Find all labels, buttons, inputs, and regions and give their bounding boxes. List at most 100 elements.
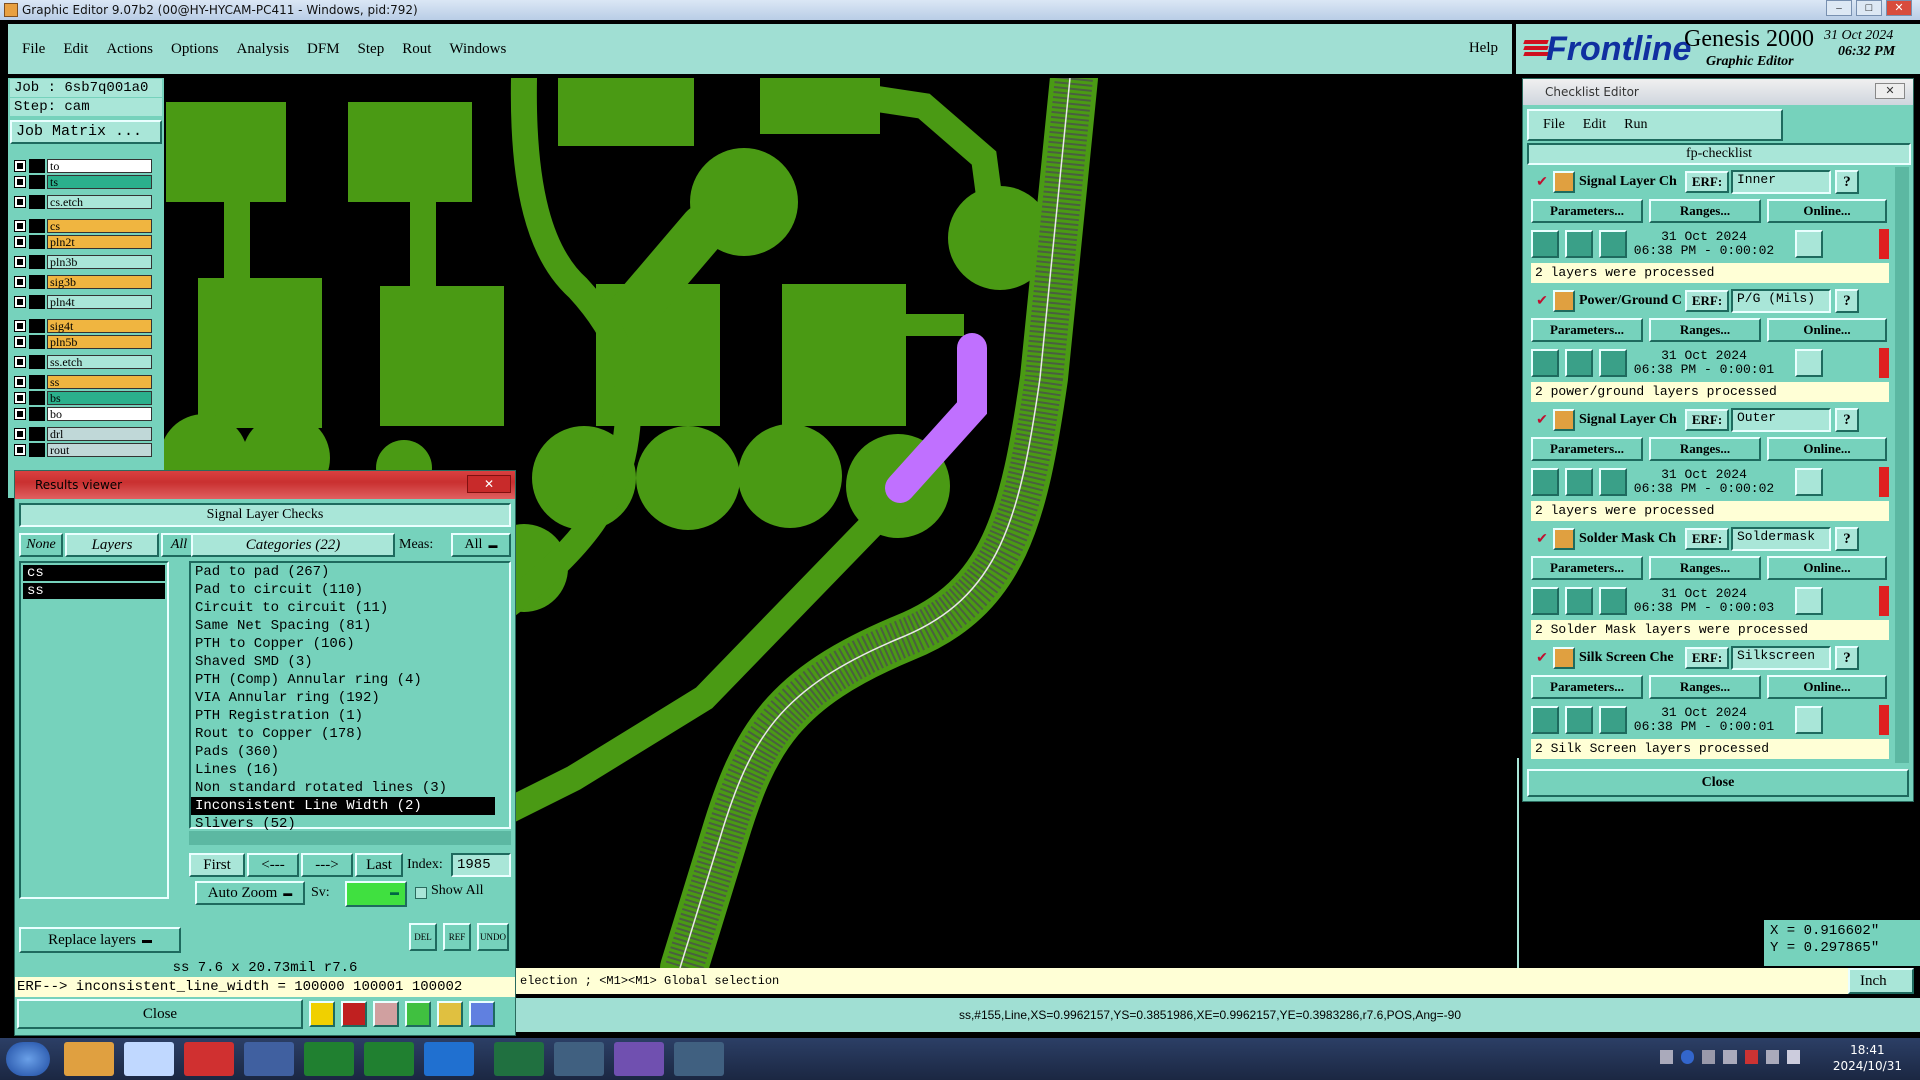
ranges-button[interactable]: Ranges...: [1649, 675, 1761, 699]
layer-row-drl[interactable]: drl: [14, 426, 152, 442]
units-button[interactable]: Inch: [1848, 968, 1914, 994]
layer-row-rout[interactable]: rout: [14, 442, 152, 458]
layer-name[interactable]: cs.etch: [47, 195, 152, 209]
layer-marker[interactable]: [29, 375, 45, 389]
layer-name[interactable]: pln5b: [47, 335, 152, 349]
layer-row-pln5b[interactable]: pln5b: [14, 334, 152, 350]
help-icon[interactable]: ?: [1835, 289, 1859, 313]
taskbar-save-icon[interactable]: [244, 1042, 294, 1076]
index-input[interactable]: 1985: [451, 853, 511, 877]
layer-checkbox[interactable]: [14, 320, 26, 332]
layer-checkbox[interactable]: [14, 444, 26, 456]
menu-help[interactable]: Help: [1469, 40, 1498, 57]
category-item[interactable]: Non standard rotated lines (3): [191, 779, 509, 797]
last-button[interactable]: Last: [355, 853, 403, 877]
taskbar-excel-icon[interactable]: [494, 1042, 544, 1076]
layer-marker[interactable]: [29, 443, 45, 457]
erf-value[interactable]: Silkscreen: [1731, 646, 1831, 670]
severity-color-select[interactable]: ▬: [345, 881, 407, 907]
layer-name[interactable]: pln3b: [47, 255, 152, 269]
parameters-button[interactable]: Parameters...: [1531, 556, 1643, 580]
check-icon[interactable]: [405, 1001, 431, 1027]
layers-button[interactable]: Layers: [65, 533, 159, 557]
menu-rout[interactable]: Rout: [402, 41, 431, 58]
run-icon[interactable]: [1531, 230, 1559, 258]
layer-name[interactable]: bs: [47, 391, 152, 405]
taskbar-app-icon[interactable]: [364, 1042, 414, 1076]
refresh-icon[interactable]: REF: [443, 923, 471, 951]
category-item[interactable]: PTH to Copper (106): [191, 635, 509, 653]
layer-name[interactable]: bo: [47, 407, 152, 421]
layer-marker[interactable]: [29, 407, 45, 421]
close-icon[interactable]: ✕: [467, 475, 511, 493]
run-skip-icon[interactable]: [1599, 587, 1627, 615]
erf-value[interactable]: P/G (Mils): [1731, 289, 1831, 313]
run-skip-icon[interactable]: [1599, 349, 1627, 377]
status-flag-icon[interactable]: [1879, 348, 1889, 378]
undo-icon[interactable]: UNDO: [477, 923, 509, 951]
checkmark-icon[interactable]: ✔: [1531, 531, 1553, 548]
erf-value[interactable]: Soldermask: [1731, 527, 1831, 551]
zoom-icon[interactable]: [1795, 468, 1823, 496]
layer-row-sig4t[interactable]: sig4t: [14, 318, 152, 334]
menu-edit[interactable]: Edit: [63, 41, 88, 58]
layer-marker[interactable]: [29, 275, 45, 289]
category-item[interactable]: Pad to circuit (110): [191, 581, 509, 599]
checkmark-icon[interactable]: ✔: [1531, 412, 1553, 429]
zoom-icon[interactable]: [1795, 349, 1823, 377]
layer-marker[interactable]: [29, 235, 45, 249]
online-button[interactable]: Online...: [1767, 556, 1887, 580]
checklist-menu-run[interactable]: Run: [1624, 117, 1647, 133]
help-icon[interactable]: ?: [1835, 527, 1859, 551]
replace-layers-button[interactable]: Replace layers ▬: [19, 927, 181, 953]
layer-row-sig3b[interactable]: sig3b: [14, 274, 152, 290]
status-flag-icon[interactable]: [1879, 229, 1889, 259]
erf-value[interactable]: Inner: [1731, 170, 1831, 194]
flag-icon[interactable]: [1765, 1050, 1779, 1064]
layer-checkbox[interactable]: [14, 376, 26, 388]
first-button[interactable]: First: [189, 853, 245, 877]
start-button[interactable]: [6, 1042, 50, 1076]
network-icon[interactable]: [1660, 1050, 1674, 1064]
status-flag-icon[interactable]: [1879, 705, 1889, 735]
layer-name[interactable]: ts: [47, 175, 152, 189]
layer-name[interactable]: ss: [47, 375, 152, 389]
layer-row-ss-etch[interactable]: ss.etch: [14, 354, 152, 370]
zoom-icon[interactable]: [1795, 706, 1823, 734]
layer-marker[interactable]: [29, 427, 45, 441]
menu-dfm[interactable]: DFM: [307, 41, 340, 58]
checkmark-icon[interactable]: ✔: [1531, 293, 1553, 310]
run-skip-icon[interactable]: [1599, 706, 1627, 734]
auto-zoom-select[interactable]: Auto Zoom ▬: [195, 881, 305, 905]
layer-marker[interactable]: [29, 319, 45, 333]
erf-value[interactable]: Outer: [1731, 408, 1831, 432]
none-button[interactable]: None: [19, 533, 63, 557]
layer-checkbox[interactable]: [14, 336, 26, 348]
layer-checkbox[interactable]: [14, 236, 26, 248]
menu-actions[interactable]: Actions: [106, 41, 153, 58]
layer-checkbox[interactable]: [14, 176, 26, 188]
layer-row-pln3b[interactable]: pln3b: [14, 254, 152, 270]
status-flag-icon[interactable]: [1879, 467, 1889, 497]
layer-checkbox[interactable]: [14, 160, 26, 172]
checkmark-icon[interactable]: ✔: [1531, 174, 1553, 191]
layer-marker[interactable]: [29, 175, 45, 189]
meas-select[interactable]: All ▬: [451, 533, 511, 557]
flag-icon[interactable]: [309, 1001, 335, 1027]
layer-checkbox[interactable]: [14, 256, 26, 268]
checklist-scrollbar[interactable]: [1895, 167, 1909, 763]
help-icon[interactable]: ?: [1835, 646, 1859, 670]
result-layer-item[interactable]: cs: [23, 565, 165, 581]
checklist-item-name[interactable]: Power/Ground C: [1579, 293, 1683, 309]
report-icon[interactable]: [437, 1001, 463, 1027]
chart-icon[interactable]: [469, 1001, 495, 1027]
help-icon[interactable]: ?: [1835, 408, 1859, 432]
horizontal-scrollbar[interactable]: [189, 831, 511, 845]
layer-checkbox[interactable]: [14, 296, 26, 308]
layer-checkbox[interactable]: [14, 392, 26, 404]
tray-arrow-icon[interactable]: [1702, 1050, 1716, 1064]
run-icon[interactable]: [1531, 349, 1559, 377]
help-icon[interactable]: [1681, 1050, 1695, 1064]
layer-marker[interactable]: [29, 159, 45, 173]
speaker-icon[interactable]: [1786, 1050, 1800, 1064]
